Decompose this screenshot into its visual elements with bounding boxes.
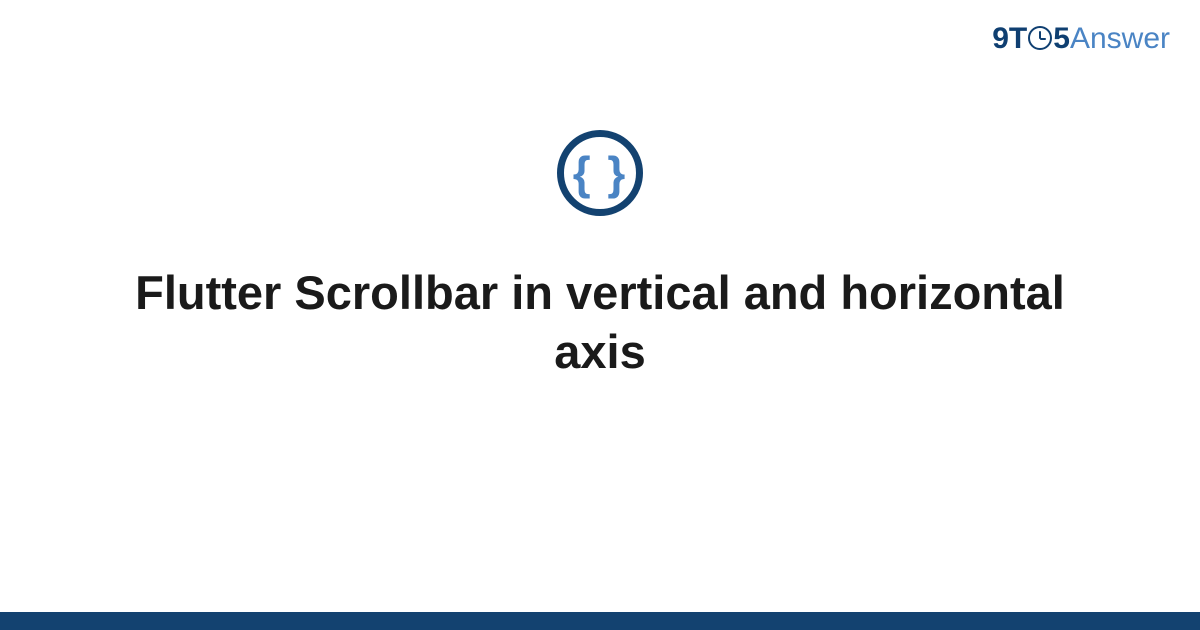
main-content: { } Flutter Scrollbar in vertical and ho… xyxy=(0,130,1200,382)
footer-bar xyxy=(0,612,1200,630)
braces-glyph: { } xyxy=(573,150,628,196)
logo-text-9t: 9T xyxy=(992,22,1027,56)
logo-text-5: 5 xyxy=(1053,22,1070,56)
page-title: Flutter Scrollbar in vertical and horizo… xyxy=(120,264,1080,382)
logo-text-answer: Answer xyxy=(1070,22,1170,56)
site-logo: 9T 5 Answer xyxy=(992,22,1170,56)
code-braces-icon: { } xyxy=(557,130,643,216)
clock-icon xyxy=(1028,26,1052,50)
